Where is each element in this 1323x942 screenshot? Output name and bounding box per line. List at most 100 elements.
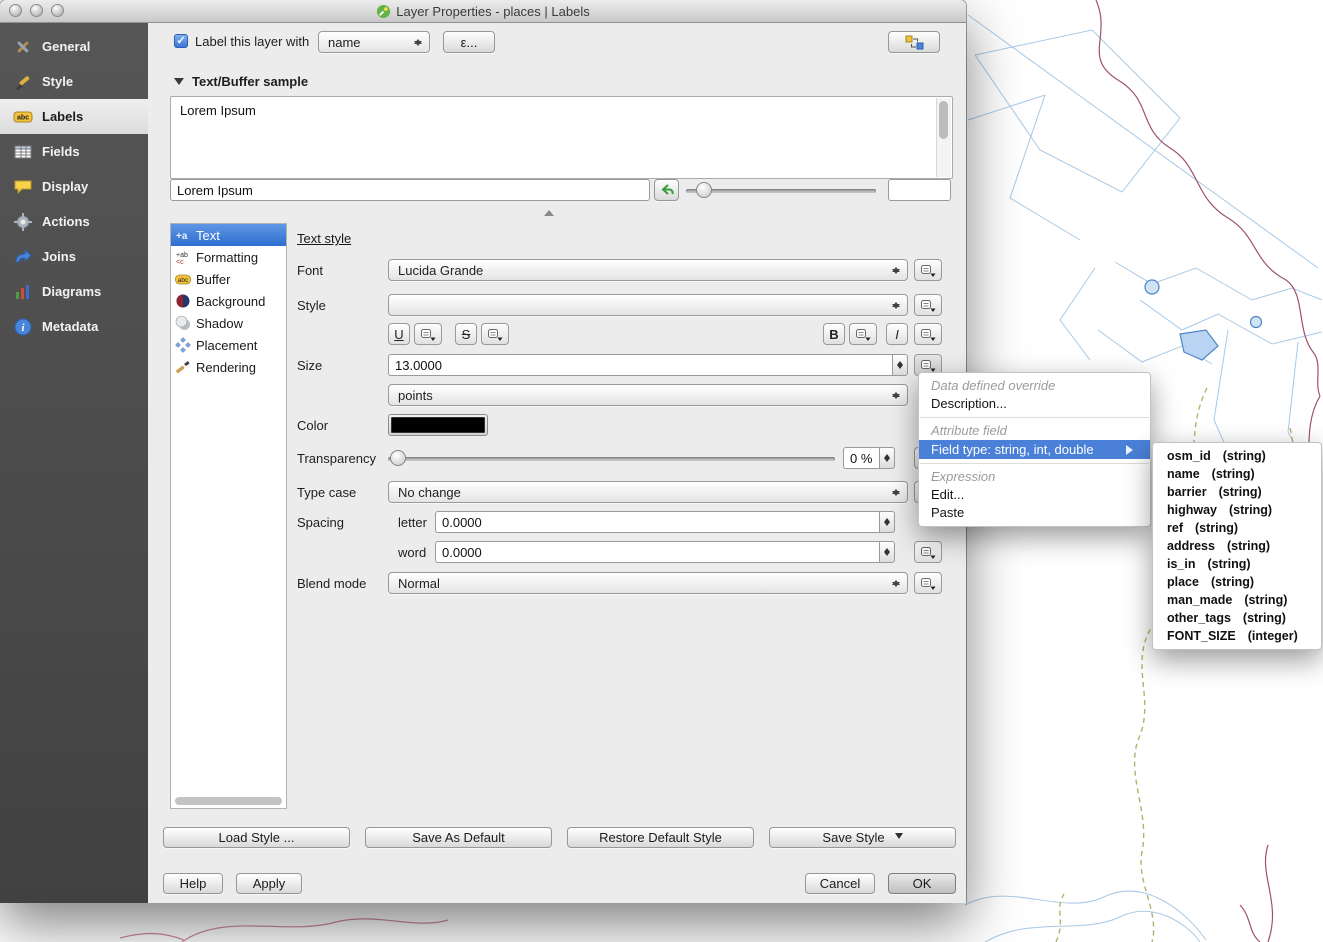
tab-label: Buffer <box>196 272 230 287</box>
sidebar-item-fields[interactable]: Fields <box>0 134 148 169</box>
letter-spacing-spinbox[interactable] <box>435 511 895 533</box>
svg-text:+a: +a <box>176 231 188 242</box>
tab-background[interactable]: Background <box>171 290 286 312</box>
font-color-button[interactable] <box>388 414 488 436</box>
letter-spacing-input[interactable] <box>435 511 879 533</box>
sidebar-item-joins[interactable]: Joins <box>0 239 148 274</box>
sidebar-item-general[interactable]: General <box>0 29 148 64</box>
field-item-osm-id[interactable]: osm_id(string) <box>1153 447 1321 465</box>
menu-item-edit[interactable]: Edit... <box>919 486 1150 504</box>
word-spacing-spinbox[interactable] <box>435 541 895 563</box>
splitter-handle-icon[interactable] <box>544 205 554 216</box>
field-item-highway[interactable]: highway(string) <box>1153 501 1321 519</box>
tab-rendering[interactable]: Rendering <box>171 356 286 378</box>
zoom-window-button[interactable] <box>51 4 64 17</box>
strikethrough-button[interactable]: S <box>455 323 477 345</box>
font-data-defined-button[interactable] <box>914 259 942 281</box>
style-combo[interactable] <box>388 294 908 316</box>
sidebar-item-display[interactable]: Display <box>0 169 148 204</box>
ok-label: OK <box>913 876 932 891</box>
field-item-font-size[interactable]: FONT_SIZE(integer) <box>1153 627 1321 645</box>
size-spinbox[interactable] <box>388 354 908 376</box>
field-item-place[interactable]: place(string) <box>1153 573 1321 591</box>
tab-shadow[interactable]: Shadow <box>171 312 286 334</box>
font-combo[interactable]: Lucida Grande <box>388 259 908 281</box>
underline-button[interactable]: U <box>388 323 410 345</box>
save-as-default-button[interactable]: Save As Default <box>365 827 552 848</box>
preview-scrollbar[interactable] <box>936 98 951 177</box>
window-titlebar[interactable]: Layer Properties - places | Labels <box>0 0 966 23</box>
blend-mode-data-defined-button[interactable] <box>914 572 942 594</box>
strikethrough-data-defined-button[interactable] <box>481 323 509 345</box>
field-item-ref[interactable]: ref(string) <box>1153 519 1321 537</box>
menu-item-field-type[interactable]: Field type: string, int, double <box>919 440 1150 459</box>
color-label: Color <box>297 418 328 433</box>
spacing-data-defined-button[interactable] <box>914 541 942 563</box>
tabs-horizontal-scrollbar[interactable] <box>175 797 282 805</box>
layer-properties-window: Layer Properties - places | Labels Gener… <box>0 0 966 902</box>
cancel-button[interactable]: Cancel <box>805 873 875 894</box>
sidebar-item-labels[interactable]: abc Labels <box>0 99 148 134</box>
sample-size-slider[interactable] <box>686 179 876 201</box>
tab-formatting[interactable]: +ab<c Formatting <box>171 246 286 268</box>
italic-button[interactable]: I <box>886 323 908 345</box>
load-style-button[interactable]: Load Style ... <box>163 827 350 848</box>
bold-button[interactable]: B <box>823 323 845 345</box>
tab-text[interactable]: +a Text <box>171 224 286 246</box>
slider-thumb[interactable] <box>390 450 406 466</box>
transparency-spinbox[interactable] <box>843 447 895 469</box>
blend-mode-combo[interactable]: Normal <box>388 572 908 594</box>
field-item-name[interactable]: name(string) <box>1153 465 1321 483</box>
sample-size-field[interactable] <box>888 179 951 201</box>
save-style-button[interactable]: Save Style <box>769 827 956 848</box>
style-data-defined-button[interactable] <box>914 294 942 316</box>
tab-buffer[interactable]: abc Buffer <box>171 268 286 290</box>
word-spacing-stepper[interactable] <box>879 541 895 563</box>
type-case-combo[interactable]: No change <box>388 481 908 503</box>
restore-default-style-button[interactable]: Restore Default Style <box>567 827 754 848</box>
label-layer-checkbox[interactable] <box>174 34 188 48</box>
menu-item-description[interactable]: Description... <box>919 395 1150 413</box>
help-button[interactable]: Help <box>163 873 223 894</box>
save-style-label: Save Style <box>822 830 884 845</box>
field-item-man-made[interactable]: man_made(string) <box>1153 591 1321 609</box>
restore-default-style-label: Restore Default Style <box>599 830 722 845</box>
field-item-other-tags[interactable]: other_tags(string) <box>1153 609 1321 627</box>
label-layer-label: Label this layer with <box>195 34 309 49</box>
close-window-button[interactable] <box>9 4 22 17</box>
ok-button[interactable]: OK <box>888 873 956 894</box>
reset-sample-button[interactable] <box>654 179 679 201</box>
minimize-window-button[interactable] <box>30 4 43 17</box>
transparency-slider[interactable] <box>388 447 835 469</box>
transparency-input[interactable] <box>843 447 879 469</box>
underline-data-defined-button[interactable] <box>414 323 442 345</box>
size-stepper[interactable] <box>892 354 908 376</box>
sidebar-item-actions[interactable]: Actions <box>0 204 148 239</box>
auto-placement-settings-button[interactable] <box>888 31 940 53</box>
menu-item-paste[interactable]: Paste <box>919 504 1150 522</box>
collapse-triangle-icon[interactable] <box>174 78 184 90</box>
transparency-stepper[interactable] <box>879 447 895 469</box>
slider-thumb[interactable] <box>696 182 712 198</box>
sidebar-item-metadata[interactable]: i Metadata <box>0 309 148 344</box>
italic-data-defined-button[interactable] <box>914 323 942 345</box>
preview-scrollbar-thumb[interactable] <box>939 101 948 139</box>
expression-button[interactable]: ε... <box>443 31 495 53</box>
size-input[interactable] <box>388 354 892 376</box>
sidebar-item-style[interactable]: Style <box>0 64 148 99</box>
word-spacing-input[interactable] <box>435 541 879 563</box>
apply-button[interactable]: Apply <box>236 873 302 894</box>
sidebar-item-diagrams[interactable]: Diagrams <box>0 274 148 309</box>
tab-placement[interactable]: Placement <box>171 334 286 356</box>
field-item-address[interactable]: address(string) <box>1153 537 1321 555</box>
underline-glyph: U <box>394 327 403 342</box>
field-item-barrier[interactable]: barrier(string) <box>1153 483 1321 501</box>
bar-chart-icon <box>13 282 33 302</box>
field-item-is-in[interactable]: is_in(string) <box>1153 555 1321 573</box>
label-field-combo[interactable]: name <box>318 31 430 53</box>
sample-text-input[interactable] <box>170 179 650 201</box>
text-style-section-title: Text style <box>297 231 351 246</box>
bold-data-defined-button[interactable] <box>849 323 877 345</box>
letter-spacing-stepper[interactable] <box>879 511 895 533</box>
size-units-combo[interactable]: points <box>388 384 908 406</box>
